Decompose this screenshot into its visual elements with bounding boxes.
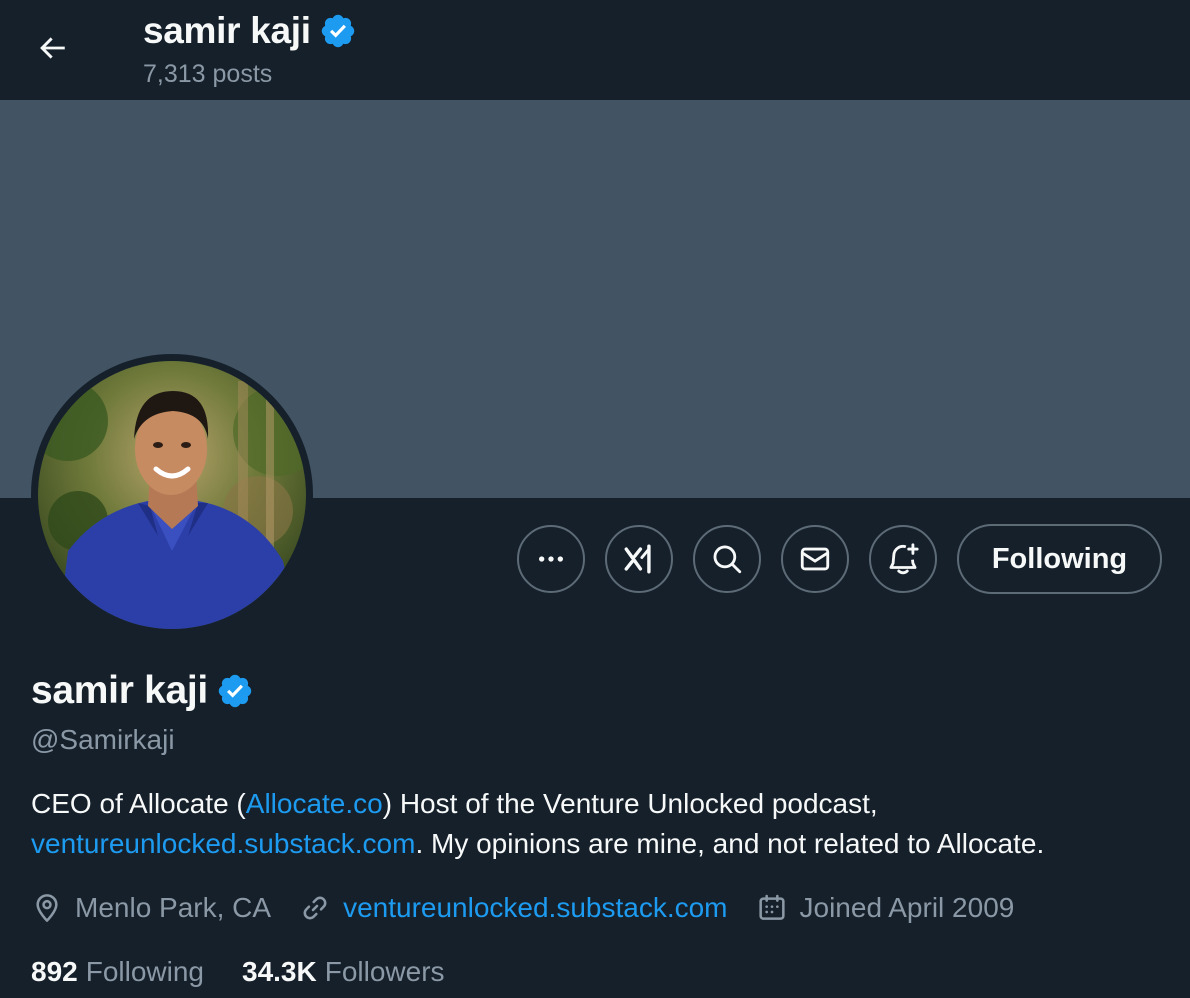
- bio-link-substack[interactable]: ventureunlocked.substack.com: [31, 828, 415, 859]
- grok-icon: [624, 544, 651, 574]
- header-name: samir kaji: [143, 10, 311, 51]
- profile-name-row: samir kaji: [31, 666, 254, 716]
- notifications-button[interactable]: [869, 525, 937, 593]
- back-button[interactable]: [22, 18, 82, 78]
- post-count: 7,313 posts: [143, 60, 273, 88]
- join-date: Joined April 2009: [756, 892, 1015, 924]
- mail-icon: [800, 547, 830, 571]
- avatar-photo: [38, 361, 306, 629]
- bio-text: . My opinions are mine, and not related …: [415, 828, 1045, 859]
- bell-plus-icon: [889, 543, 919, 575]
- message-button[interactable]: [781, 525, 849, 593]
- calendar-icon: [758, 894, 785, 920]
- following-button[interactable]: Following: [957, 524, 1162, 594]
- location-pin-icon: [36, 894, 58, 922]
- top-bar: samir kaji 7,313 posts: [0, 0, 1190, 100]
- bio-text: ) Host of the Venture Unlocked podcast,: [382, 788, 878, 819]
- website-link[interactable]: ventureunlocked.substack.com: [343, 892, 727, 924]
- profile-meta: Menlo Park, CA ventureunlocked.substack.…: [31, 886, 1042, 930]
- location-text: Menlo Park, CA: [75, 892, 272, 923]
- followers-count: 34.3K: [242, 956, 317, 987]
- bio-link-allocate[interactable]: Allocate.co: [246, 788, 383, 819]
- more-icon: [539, 556, 563, 562]
- verified-badge-icon[interactable]: [319, 12, 357, 50]
- follow-stats: 892 Following 34.3K Followers: [31, 952, 483, 992]
- grok-button[interactable]: [605, 525, 673, 593]
- website: ventureunlocked.substack.com: [299, 892, 728, 924]
- following-label: Following: [85, 956, 204, 987]
- following-count: 892: [31, 956, 78, 987]
- join-date-text: Joined April 2009: [799, 892, 1015, 923]
- link-icon: [303, 896, 327, 920]
- display-name: samir kaji: [31, 669, 208, 712]
- profile-bio: CEO of Allocate (Allocate.co) Host of th…: [31, 784, 1171, 864]
- search-button[interactable]: [693, 525, 761, 593]
- following-stat[interactable]: 892 Following: [31, 956, 204, 988]
- more-button[interactable]: [517, 525, 585, 593]
- followers-stat[interactable]: 34.3K Followers: [242, 956, 445, 988]
- search-icon: [713, 545, 742, 574]
- avatar[interactable]: [31, 354, 313, 636]
- verified-badge-icon[interactable]: [216, 672, 254, 710]
- arrow-left-icon: [40, 37, 65, 59]
- user-handle: @Samirkaji: [31, 724, 175, 755]
- followers-label: Followers: [324, 956, 445, 987]
- profile-page: samir kaji 7,313 posts Following samir k…: [0, 0, 1190, 998]
- header-title-row: samir kaji: [143, 8, 357, 54]
- bio-text: CEO of Allocate (: [31, 788, 246, 819]
- location: Menlo Park, CA: [31, 892, 271, 924]
- profile-actions: Following: [517, 524, 1162, 594]
